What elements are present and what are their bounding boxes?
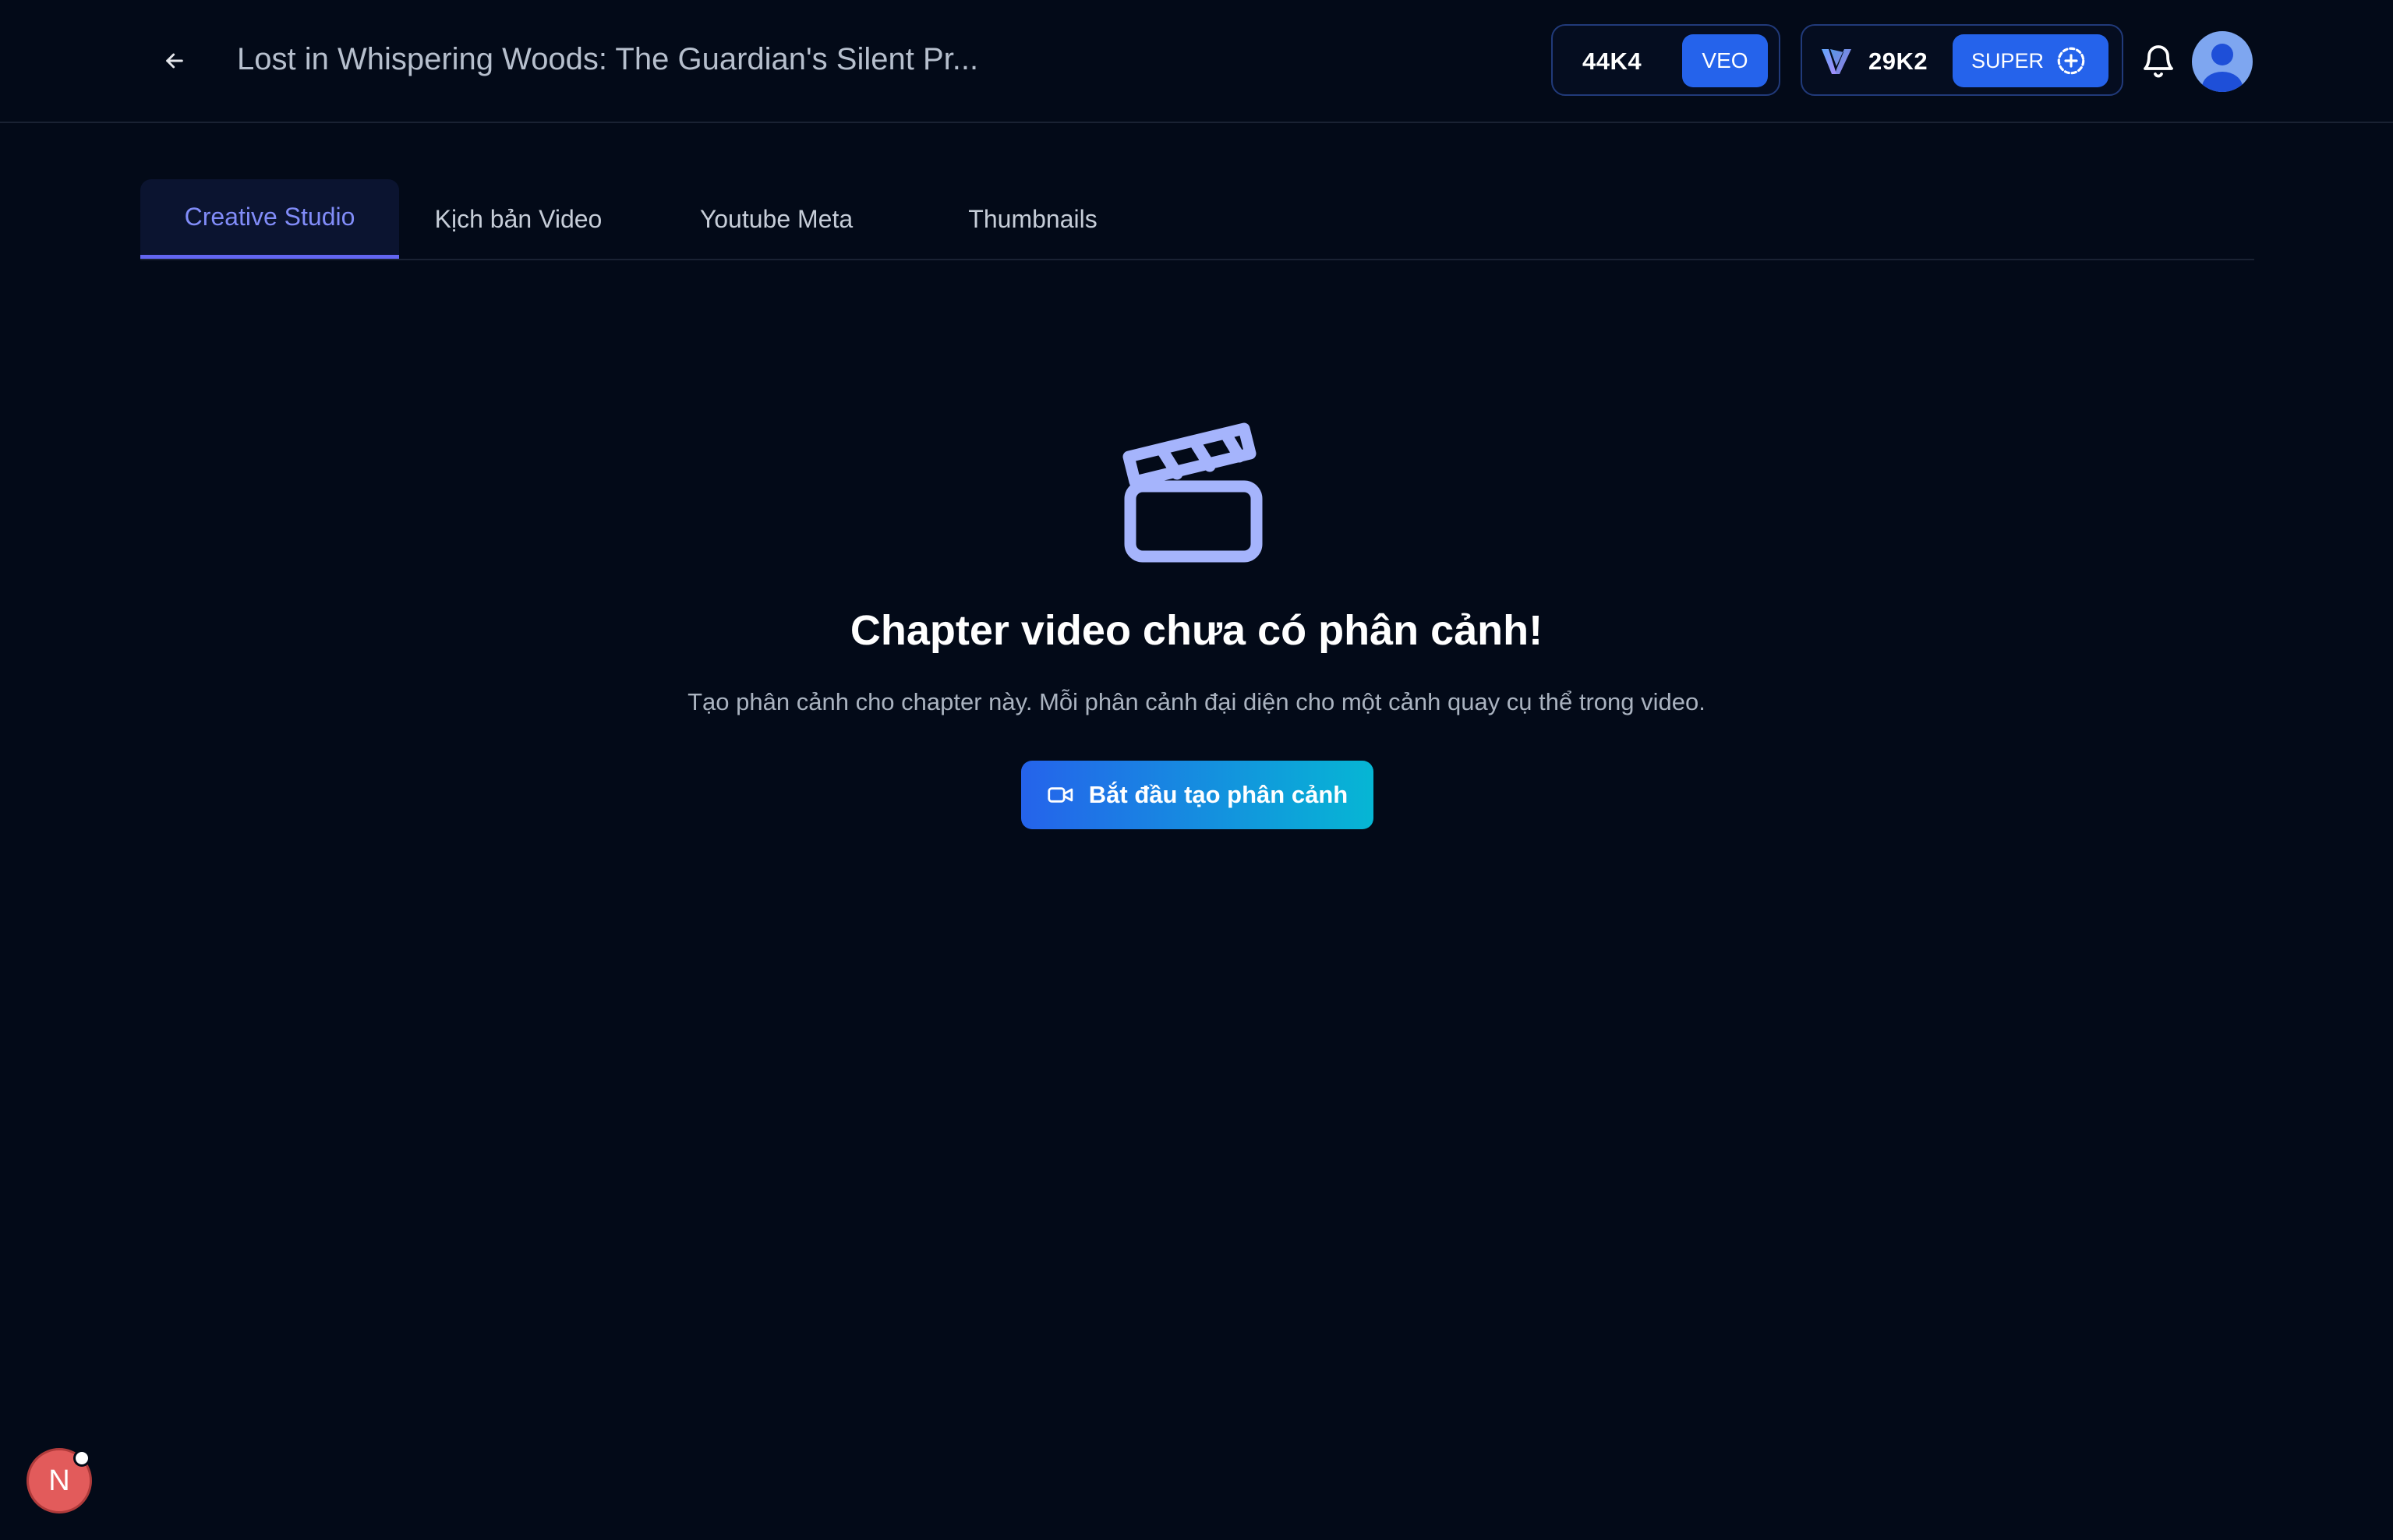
super-upgrade-button[interactable]: SUPER (1953, 34, 2108, 87)
bell-icon (2144, 45, 2173, 78)
video-camera-icon (1048, 787, 1073, 803)
tab-bar: Creative Studio Kịch bản Video Youtube M… (140, 179, 2254, 260)
super-credits-value: 29K2 (1868, 48, 1928, 75)
tab-video-script[interactable]: Kịch bản Video (421, 179, 616, 259)
back-button[interactable] (153, 42, 196, 79)
page-title: Lost in Whispering Woods: The Guardian's… (237, 42, 979, 76)
veo-credits-value: 44K4 (1582, 48, 1642, 75)
start-create-scenes-button[interactable]: Bắt đầu tạo phân cảnh (1021, 761, 1373, 829)
empty-state-title: Chapter video chưa có phân cảnh! (850, 607, 1543, 654)
veo-badge-button[interactable]: VEO (1682, 34, 1768, 87)
tab-creative-studio[interactable]: Creative Studio (140, 179, 399, 259)
veo-credits-box: 44K4 VEO (1551, 24, 1780, 96)
super-badge-label: SUPER (1971, 48, 2045, 72)
empty-state-description: Tạo phân cảnh cho chapter này. Mỗi phân … (688, 688, 1705, 715)
tab-thumbnails[interactable]: Thumbnails (929, 179, 1136, 259)
super-credits-box: 29K2 SUPER (1801, 24, 2123, 96)
notifications-button[interactable] (2136, 37, 2181, 84)
clapperboard-icon (1122, 422, 1263, 563)
plus-circle-icon (2057, 47, 2085, 75)
avatar-icon (2202, 44, 2243, 92)
notification-dot (73, 1450, 90, 1467)
start-create-scenes-label: Bắt đầu tạo phân cảnh (1088, 781, 1348, 808)
v-logo-icon (1822, 49, 1851, 74)
top-header: Lost in Whispering Woods: The Guardian's… (0, 0, 2393, 123)
arrow-left-icon (166, 53, 183, 69)
tab-youtube-meta[interactable]: Youtube Meta (686, 179, 867, 259)
user-avatar[interactable] (2192, 31, 2253, 92)
